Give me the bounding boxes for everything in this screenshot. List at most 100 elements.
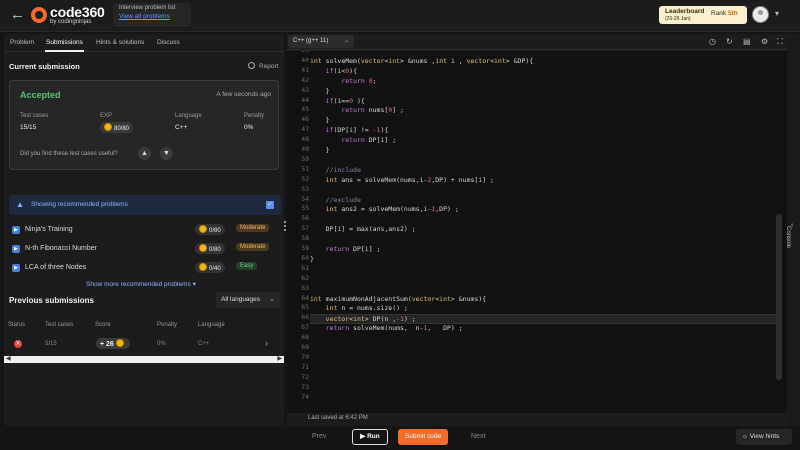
rank-label: Rank: [711, 10, 727, 17]
code-line[interactable]: int ans = solveMem(nums,i-2,DP) + nums[i…: [310, 176, 780, 184]
tab-submissions[interactable]: Submissions: [45, 39, 84, 52]
run-button[interactable]: ▶ Run: [352, 429, 388, 445]
line-number: 72: [301, 373, 309, 381]
coin-icon: [199, 225, 207, 233]
code-line[interactable]: //exclude: [310, 196, 780, 204]
language-value: C++: [175, 124, 188, 131]
next-button[interactable]: Next: [471, 433, 485, 440]
refresh-icon[interactable]: ↻: [726, 37, 733, 46]
line-number: 51: [301, 165, 309, 173]
row-penalty: 0%: [157, 341, 166, 347]
logo[interactable]: code360 by codingninjas: [31, 4, 105, 28]
scroll-left-icon[interactable]: ◀: [6, 356, 11, 363]
tab-hints-solutions[interactable]: Hints & solutions: [96, 39, 144, 46]
code-line[interactable]: //include: [310, 166, 780, 174]
last-saved-text: Last saved at 6:42 PM: [308, 415, 368, 421]
line-number: 39: [287, 51, 309, 54]
code-line[interactable]: return DP[i] ;: [310, 245, 780, 253]
recommended-item-exp-text: 0/80: [209, 228, 221, 234]
show-more-label: Show more recommended problems: [86, 281, 191, 288]
scroll-right-icon[interactable]: ▶: [277, 356, 282, 363]
thumbs-down-icon[interactable]: ▼: [160, 147, 173, 160]
leaderboard-badge[interactable]: Leaderboard (20-26 Jan) Rank 5th: [659, 6, 747, 24]
test-cases-value: 15/15: [20, 124, 37, 131]
code-line[interactable]: if(i<0){: [310, 67, 780, 75]
line-number: 61: [301, 264, 309, 272]
recommended-item[interactable]: ▶ LCA of three Nodes 0/40 Easy: [12, 261, 276, 275]
submit-code-button[interactable]: Submit code: [398, 429, 448, 445]
code-line[interactable]: int n = nums.size() ;: [310, 304, 780, 312]
back-arrow-icon[interactable]: ←: [10, 7, 26, 23]
code-line[interactable]: }: [310, 146, 780, 154]
fullscreen-icon[interactable]: ⛶: [777, 37, 783, 47]
horizontal-scrollbar[interactable]: ◀ ▶: [4, 356, 284, 363]
code-line[interactable]: return 0;: [310, 77, 780, 85]
code-line[interactable]: }: [310, 116, 780, 124]
penalty-label: Penalty: [244, 113, 265, 119]
failed-status-icon: ✕: [14, 340, 22, 348]
tab-discuss[interactable]: Discuss: [157, 39, 180, 46]
code-line[interactable]: DP[i] = max(ans,ans2) ;: [310, 225, 780, 233]
code-line[interactable]: int maximumNonAdjacentSum(vector<int> &n…: [310, 295, 780, 303]
recommended-toggle[interactable]: ▲ Showing recommended problems ✓: [9, 195, 281, 215]
line-number: 63: [301, 284, 309, 292]
code-line[interactable]: }: [310, 87, 780, 95]
code-line[interactable]: int solveMem(vector<int> &nums ,int i , …: [310, 57, 780, 65]
line-number: 56: [301, 215, 309, 223]
column-header-score: Score: [95, 322, 111, 328]
recommended-item-exp-text: 0/40: [209, 266, 221, 272]
line-number: 55: [301, 205, 309, 213]
exp-value: 80/80: [100, 122, 134, 133]
difficulty-badge: Easy: [236, 262, 258, 270]
language-filter-select[interactable]: All languages ⌄: [216, 292, 280, 308]
code-editor[interactable]: 39 40int solveMem(vector<int> &nums ,int …: [287, 51, 787, 413]
code-line[interactable]: if(i==0 ){: [310, 97, 780, 105]
line-number: 67: [301, 324, 309, 332]
recommended-toggle-label: Showing recommended problems: [31, 201, 128, 208]
gear-icon[interactable]: ⚙: [761, 37, 768, 46]
code-line[interactable]: int ans2 = solveMem(nums,i-1,DP) ;: [310, 205, 780, 213]
thumbs-up-icon[interactable]: ▲: [138, 147, 151, 160]
document-icon[interactable]: ▤: [743, 37, 751, 46]
recommended-item[interactable]: ▶ Ninja's Training 0/80 Moderate: [12, 223, 276, 237]
view-all-problems-link[interactable]: View all problems: [119, 13, 185, 20]
play-icon: ▶: [12, 226, 20, 234]
table-row[interactable]: ✕ 5/15 + 26 0% C++ ›: [4, 334, 284, 354]
code-line[interactable]: return DP[i] ;: [310, 136, 780, 144]
code-line[interactable]: return nums[0] ;: [310, 106, 780, 114]
console-toggle[interactable]: ‹ Console: [785, 34, 800, 426]
prev-button[interactable]: Prev: [312, 433, 326, 440]
chevron-right-icon[interactable]: ›: [265, 338, 268, 348]
line-number: 64: [301, 294, 309, 302]
current-submission-title: Current submission: [9, 62, 80, 71]
timer-icon[interactable]: ◷: [709, 37, 716, 46]
chevron-down-icon[interactable]: ▾: [775, 9, 779, 18]
report-button[interactable]: Report: [248, 62, 279, 70]
line-number: 65: [301, 304, 309, 312]
checkbox-checked-icon[interactable]: ✓: [266, 201, 274, 209]
tab-problem[interactable]: Problem: [10, 39, 34, 46]
useful-question: Did you find these test cases useful?: [20, 151, 118, 157]
line-number: 71: [301, 363, 309, 371]
code-line[interactable]: if(DP[i] != -1){: [310, 126, 780, 134]
vertical-scrollbar[interactable]: [776, 214, 782, 380]
penalty-value: 0%: [244, 124, 254, 131]
code-line[interactable]: vector<int> DP(n ,-1) ;: [310, 314, 780, 325]
language-select[interactable]: C++ (g++ 11) ⌄: [288, 35, 354, 48]
line-number: 59: [301, 245, 309, 252]
column-header-language: Language: [198, 322, 225, 328]
code-line[interactable]: }: [310, 255, 780, 263]
left-panel: Problem Submissions Hints & solutions Di…: [4, 34, 284, 426]
thumbs-up-icon: ▲: [16, 200, 24, 209]
line-number: 68: [301, 334, 309, 342]
test-cases-label: Test cases: [20, 113, 49, 119]
rank-value: 5th: [728, 10, 738, 17]
recommended-item[interactable]: ▶ N-th Fibonacci Number 0/80 Moderate: [12, 242, 276, 256]
recommended-item-name: LCA of three Nodes: [25, 264, 87, 271]
language-filter-value: All languages: [221, 296, 261, 303]
submission-time: A few seconds ago: [216, 91, 271, 98]
show-more-recommended-link[interactable]: Show more recommended problems ▾: [86, 280, 196, 288]
avatar[interactable]: [752, 6, 769, 23]
view-hints-button[interactable]: ☼ View hints: [736, 429, 792, 445]
code-line[interactable]: return solveMem(nums, n-1, DP) ;: [310, 324, 780, 332]
